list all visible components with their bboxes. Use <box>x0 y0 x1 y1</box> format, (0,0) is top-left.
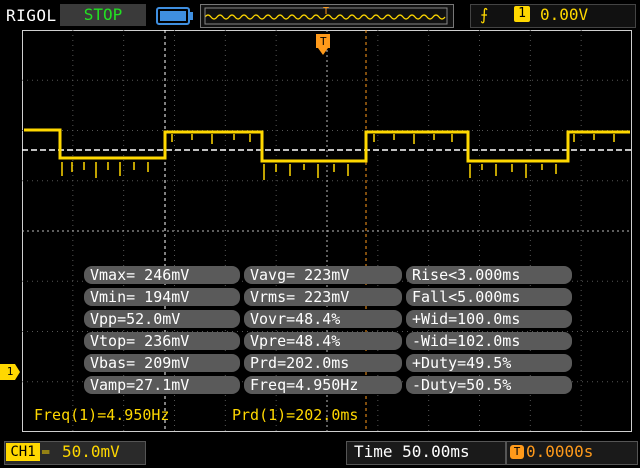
brand-label: RIGOL <box>6 6 57 25</box>
channel-1-label: CH1 <box>6 443 40 461</box>
measurement-item: Vamp=27.1mV <box>84 376 240 394</box>
waveform-overview: T <box>204 6 448 25</box>
channel-1-ground-marker[interactable]: 1 <box>0 364 20 380</box>
trigger-offset-value: 0.0000s <box>526 442 594 461</box>
trigger-offset-icon: T <box>510 445 524 459</box>
measurement-item: Vpre=48.4% <box>244 332 402 350</box>
trigger-level-value: 0.00V <box>540 5 589 24</box>
measurement-item: Vmax= 246mV <box>84 266 240 284</box>
svg-text:T: T <box>320 35 327 48</box>
measurement-item: +Duty=49.5% <box>406 354 572 372</box>
measurement-item: Rise<3.000ms <box>406 266 572 284</box>
memory-depth-indicator: T <box>200 4 454 28</box>
trigger-source-badge: 1 <box>514 6 530 22</box>
measurement-item: -Duty=50.5% <box>406 376 572 394</box>
measurement-item: Fall<5.000ms <box>406 288 572 306</box>
frequency-readout: Freq(1)=4.950Hz <box>34 406 170 424</box>
timebase-value: Time 50.00ms <box>354 442 470 461</box>
measurement-item: -Wid=102.0ms <box>406 332 572 350</box>
measurement-item: Vovr=48.4% <box>244 310 402 328</box>
channel-1-scale-value: 50.0mV <box>62 442 120 461</box>
measurement-item: +Wid=100.0ms <box>406 310 572 328</box>
rising-edge-icon: ⨍ <box>480 5 489 24</box>
measurement-item: Prd=202.0ms <box>244 354 402 372</box>
measurement-item: Vbas= 209mV <box>84 354 240 372</box>
dc-coupling-icon: ═ <box>42 445 50 459</box>
run-status-badge[interactable]: STOP <box>60 4 146 26</box>
measurement-panel: Vmax= 246mV Vavg= 223mV Rise<3.000ms Vmin= … <box>84 266 572 398</box>
battery-icon <box>156 7 193 25</box>
memory-trigger-marker: T <box>323 6 329 17</box>
period-readout: Prd(1)=202.0ms <box>232 406 359 424</box>
measurement-item: Vmin= 194mV <box>84 288 240 306</box>
measurement-item: Vavg= 223mV <box>244 266 402 284</box>
measurement-item: Vtop= 236mV <box>84 332 240 350</box>
measurement-item: Freq=4.950Hz <box>244 376 402 394</box>
measurement-item: Vpp=52.0mV <box>84 310 240 328</box>
measurement-item: Vrms= 223mV <box>244 288 402 306</box>
